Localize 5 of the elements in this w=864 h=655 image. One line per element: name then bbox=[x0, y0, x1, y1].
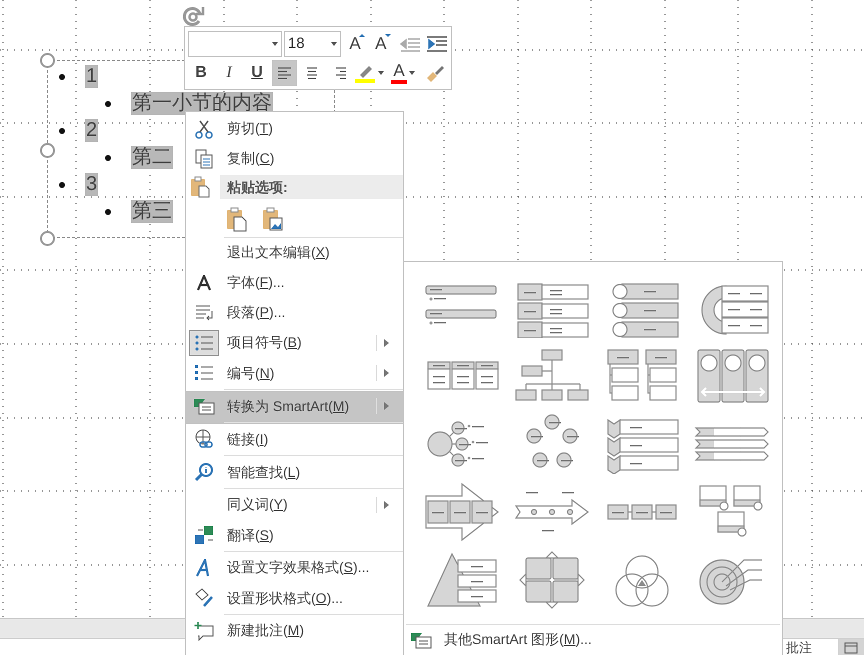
list-item-text: 1 bbox=[85, 65, 98, 88]
list-item-text: 2 bbox=[85, 119, 98, 142]
list-item-text: 3 bbox=[85, 173, 98, 196]
list-item-text: 第二 bbox=[131, 146, 173, 169]
list-item-text: 第三 bbox=[131, 200, 173, 223]
